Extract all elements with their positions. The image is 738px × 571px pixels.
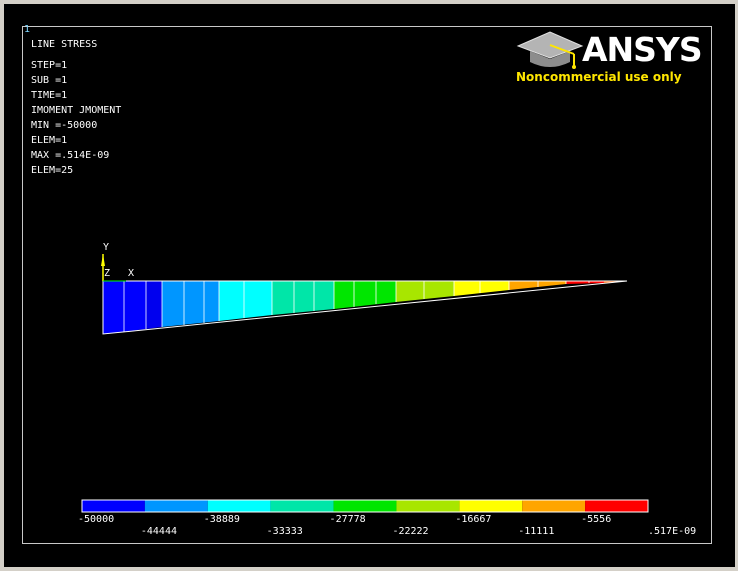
colorbar-tick-label: -16667 <box>455 514 492 525</box>
colorbar-band <box>585 500 648 512</box>
beam-band <box>103 281 146 334</box>
axis-triad: Y Z X <box>101 242 134 282</box>
colorbar-tick-label: -22222 <box>392 526 429 537</box>
axis-y-label: Y <box>103 242 109 253</box>
colorbar-tick-label: -50000 <box>78 514 115 525</box>
ansys-graphics-window: 1 LINE STRESS STEP=1 SUB =1 TIME=1 IMOME… <box>0 0 738 571</box>
colorbar-tick-label: -38889 <box>203 514 240 525</box>
colorbar-band <box>270 500 334 512</box>
colorbar-tick-label: -5556 <box>581 514 612 525</box>
axis-z-label: Z <box>104 268 110 279</box>
colorbar-band <box>459 500 523 512</box>
beam-band <box>146 281 162 329</box>
colorbar-band <box>144 500 208 512</box>
beam-band <box>272 281 334 315</box>
beam-band <box>219 281 272 321</box>
beam-elements <box>102 280 628 335</box>
beam-band <box>334 281 396 309</box>
colorbar-tick-label: .517E-09 <box>648 526 697 537</box>
beam-band <box>509 281 566 290</box>
axis-x-label: X <box>128 268 134 279</box>
colorbar-tick-label: -44444 <box>140 526 177 537</box>
colorbar-band <box>333 500 397 512</box>
graphics-viewport[interactable]: 1 LINE STRESS STEP=1 SUB =1 TIME=1 IMOME… <box>4 4 735 567</box>
colorbar-band <box>82 500 145 512</box>
colorbar-tick-label: -33333 <box>266 526 303 537</box>
beam-band <box>162 281 219 327</box>
colorbar-band <box>207 500 271 512</box>
colorbar-band <box>396 500 460 512</box>
colorbar-tick-label: -27778 <box>329 514 366 525</box>
colorbar-band <box>522 500 586 512</box>
beam-band <box>396 281 454 302</box>
colorbar-tick-label: -11111 <box>518 526 555 537</box>
contour-colorbar <box>81 499 649 513</box>
beam-contour-plot: Y Z X <box>81 242 649 513</box>
